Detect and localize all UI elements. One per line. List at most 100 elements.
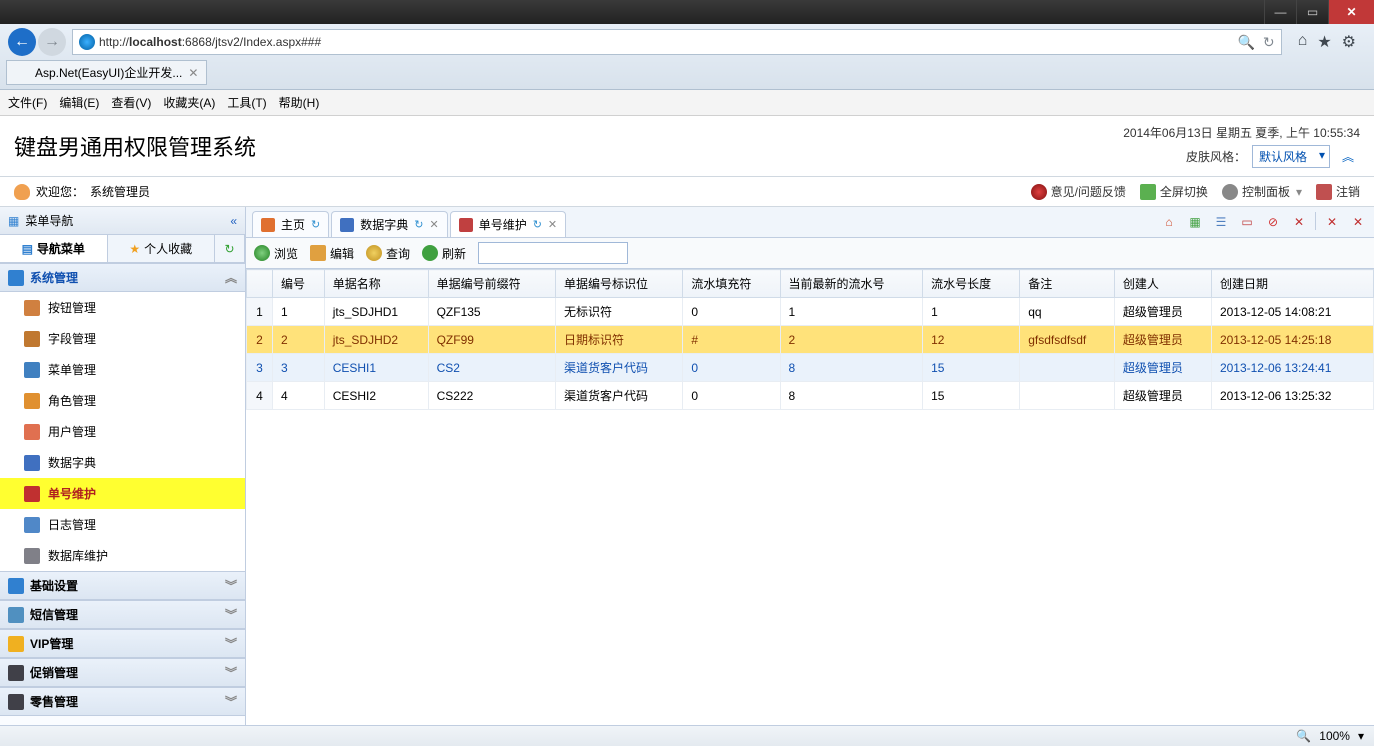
column-header[interactable]: 创建日期 [1211, 270, 1373, 298]
menu-item[interactable]: 角色管理 [0, 385, 245, 416]
skin-select[interactable]: 默认风格 [1252, 145, 1330, 168]
tool-close2-icon[interactable]: ✕ [1322, 212, 1342, 232]
sidebar-refresh-button[interactable]: ↻ [215, 235, 245, 262]
menu-edit[interactable]: 编辑(E) [59, 94, 99, 111]
grid-icon: ▦ [8, 214, 19, 228]
tool-close-icon[interactable]: ✕ [1289, 212, 1309, 232]
logout-button[interactable]: 注销 [1316, 183, 1360, 200]
browser-tab[interactable]: Asp.Net(EasyUI)企业开发... ✕ [6, 60, 207, 85]
accordion-header[interactable]: 基础设置︾ [0, 571, 245, 600]
tool-grid-icon[interactable]: ▦ [1185, 212, 1205, 232]
menu-item-label: 按钮管理 [48, 299, 96, 316]
menu-item[interactable]: 数据字典 [0, 447, 245, 478]
maximize-button[interactable]: ▭ [1296, 0, 1328, 24]
fullscreen-button[interactable]: 全屏切换 [1140, 183, 1208, 200]
menu-file[interactable]: 文件(F) [8, 94, 47, 111]
tab-refresh-icon[interactable]: ↻ [533, 218, 542, 231]
column-header[interactable] [247, 270, 273, 298]
tab-nav-menu[interactable]: ▤导航菜单 [0, 235, 108, 262]
app-header: 键盘男通用权限管理系统 2014年06月13日 星期五 夏季, 上午 10:55… [0, 116, 1374, 177]
column-header[interactable]: 流水号长度 [923, 270, 1020, 298]
refresh-button[interactable]: 刷新 [422, 245, 466, 262]
tab-favorites[interactable]: ★个人收藏 [108, 235, 216, 262]
column-header[interactable]: 单据编号标识位 [556, 270, 683, 298]
accordion-header[interactable]: 零售管理︾ [0, 687, 245, 716]
back-button[interactable]: ← [8, 28, 36, 56]
accordion-header[interactable]: 促销管理︾ [0, 658, 245, 687]
chevron-icon: ︽ [225, 269, 237, 286]
column-header[interactable]: 备注 [1020, 270, 1115, 298]
column-header[interactable]: 编号 [273, 270, 325, 298]
browse-button[interactable]: 浏览 [254, 245, 298, 262]
tools-icon[interactable]: ⚙ [1342, 32, 1356, 52]
address-bar[interactable]: http://localhost:6868/jtsv2/Index.aspx##… [72, 29, 1282, 55]
column-header[interactable]: 当前最新的流水号 [780, 270, 923, 298]
menu-item[interactable]: 菜单管理 [0, 354, 245, 385]
tab-label: 数据字典 [360, 216, 408, 233]
table-cell: CESHI1 [324, 354, 428, 382]
tab-refresh-icon[interactable]: ↻ [414, 218, 423, 231]
home-icon[interactable]: ⌂ [1298, 32, 1308, 52]
menu-help[interactable]: 帮助(H) [279, 94, 320, 111]
main-tab[interactable]: 主页↻ [252, 211, 329, 237]
menu-item[interactable]: 单号维护 [0, 478, 245, 509]
close-button[interactable]: ✕ [1328, 0, 1374, 24]
menu-favorites[interactable]: 收藏夹(A) [163, 94, 215, 111]
sidebar-collapse-icon[interactable]: « [230, 214, 237, 228]
tool-window-icon[interactable]: ▭ [1237, 212, 1257, 232]
minimize-button[interactable]: — [1264, 0, 1296, 24]
column-header[interactable]: 单据编号前缀符 [428, 270, 555, 298]
table-cell: 1 [923, 298, 1020, 326]
accordion-header[interactable]: VIP管理︾ [0, 629, 245, 658]
control-panel-button[interactable]: 控制面板▾ [1222, 183, 1302, 200]
table-cell: 1 [780, 298, 923, 326]
zoom-icon[interactable]: 🔍 [1296, 729, 1311, 743]
menu-view[interactable]: 查看(V) [111, 94, 151, 111]
header-collapse-icon[interactable]: ︽ [1336, 148, 1360, 165]
search-input[interactable] [478, 242, 628, 264]
table-cell: 日期标识符 [556, 326, 683, 354]
tab-favicon [15, 66, 29, 80]
table-row[interactable]: 22jts_SDJHD2QZF99日期标识符#212gfsdfsdfsdf超级管… [247, 326, 1374, 354]
menu-item[interactable]: 字段管理 [0, 323, 245, 354]
forward-button[interactable]: → [38, 28, 66, 56]
accordion-header[interactable]: 短信管理︾ [0, 600, 245, 629]
menu-item-label: 角色管理 [48, 392, 96, 409]
menu-item-label: 数据字典 [48, 454, 96, 471]
menu-tools[interactable]: 工具(T) [227, 94, 266, 111]
menu-item[interactable]: 日志管理 [0, 509, 245, 540]
column-header[interactable]: 单据名称 [324, 270, 428, 298]
column-header[interactable]: 流水填充符 [683, 270, 780, 298]
column-header[interactable]: 创建人 [1114, 270, 1211, 298]
feedback-button[interactable]: 意见/问题反馈 [1031, 183, 1126, 200]
search-icon[interactable]: 🔍 [1237, 34, 1254, 51]
tool-close3-icon[interactable]: ✕ [1348, 212, 1368, 232]
table-cell: 超级管理员 [1114, 354, 1211, 382]
table-row[interactable]: 44CESHI2CS222渠道货客户代码0815超级管理员2013-12-06 … [247, 382, 1374, 410]
main-tab[interactable]: 数据字典 ↻ ✕ [331, 211, 447, 237]
tool-list-icon[interactable]: ☰ [1211, 212, 1231, 232]
tool-stop-icon[interactable]: ⊘ [1263, 212, 1283, 232]
zoom-dropdown-icon[interactable]: ▾ [1358, 729, 1364, 743]
accordion-header[interactable]: 系统管理︽ [0, 263, 245, 292]
table-row[interactable]: 33CESHI1CS2渠道货客户代码0815超级管理员2013-12-06 13… [247, 354, 1374, 382]
refresh-icon[interactable]: ↻ [1263, 34, 1275, 51]
refresh-arrow-icon [422, 245, 438, 261]
table-cell: jts_SDJHD2 [324, 326, 428, 354]
favorites-icon[interactable]: ★ [1317, 32, 1331, 52]
user-icon [14, 184, 30, 200]
chevron-icon: ︾ [225, 664, 237, 681]
menu-item[interactable]: 按钮管理 [0, 292, 245, 323]
tool-home-icon[interactable]: ⌂ [1159, 212, 1179, 232]
main-tab[interactable]: 单号维护↻✕ [450, 211, 566, 237]
table-row[interactable]: 11jts_SDJHD1QZF135无标识符011qq超级管理员2013-12-… [247, 298, 1374, 326]
tab-refresh-icon[interactable]: ↻ [311, 218, 320, 231]
table-cell: 超级管理员 [1114, 298, 1211, 326]
tab-close-icon[interactable]: ✕ [548, 218, 557, 231]
tab-close-icon[interactable]: ✕ [188, 66, 198, 80]
query-button[interactable]: 查询 [366, 245, 410, 262]
menu-item[interactable]: 数据库维护 [0, 540, 245, 571]
tab-close-icon[interactable]: ✕ [429, 218, 438, 231]
menu-item[interactable]: 用户管理 [0, 416, 245, 447]
edit-button[interactable]: 编辑 [310, 245, 354, 262]
